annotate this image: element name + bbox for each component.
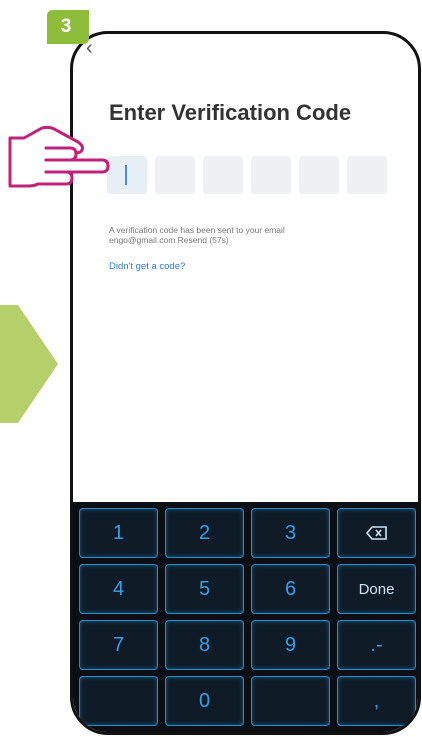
pointing-hand-icon xyxy=(8,125,110,188)
key-3[interactable]: 3 xyxy=(251,508,330,558)
phone-screen: ‹ Enter Verification Code A verification… xyxy=(70,31,421,735)
key-8[interactable]: 8 xyxy=(165,620,244,670)
info-line-1: A verification code has been sent to you… xyxy=(109,225,285,235)
verification-info: A verification code has been sent to you… xyxy=(109,225,369,245)
code-input-group[interactable] xyxy=(107,156,387,194)
numeric-keyboard: 1 2 3 4 5 6 Done 7 8 9 .- 0 , xyxy=(73,502,418,732)
key-6[interactable]: 6 xyxy=(251,564,330,614)
key-4[interactable]: 4 xyxy=(79,564,158,614)
code-box-1[interactable] xyxy=(107,156,147,194)
email-text: engo@gmail.com xyxy=(109,235,176,245)
backspace-icon[interactable] xyxy=(337,508,416,558)
step-arrow-icon xyxy=(0,305,58,423)
key-5[interactable]: 5 xyxy=(165,564,244,614)
resend-countdown[interactable]: Resend (57s) xyxy=(178,235,229,245)
code-box-2[interactable] xyxy=(155,156,195,194)
step-number: 3 xyxy=(60,16,72,37)
done-button[interactable]: Done xyxy=(337,564,416,614)
key-dot-dash[interactable]: .- xyxy=(337,620,416,670)
key-comma[interactable]: , xyxy=(337,676,416,726)
page-title: Enter Verification Code xyxy=(109,100,352,125)
didnt-get-code-link[interactable]: Didn't get a code? xyxy=(109,261,185,272)
code-box-5[interactable] xyxy=(299,156,339,194)
key-1[interactable]: 1 xyxy=(79,508,158,558)
code-box-3[interactable] xyxy=(203,156,243,194)
key-2[interactable]: 2 xyxy=(165,508,244,558)
code-box-4[interactable] xyxy=(251,156,291,194)
key-blank-left xyxy=(79,676,158,726)
key-7[interactable]: 7 xyxy=(79,620,158,670)
info-line-2: engo@gmail.com Resend (57s) xyxy=(109,235,369,245)
key-blank-right xyxy=(251,676,330,726)
text-caret xyxy=(125,165,127,185)
code-box-6[interactable] xyxy=(347,156,387,194)
key-0[interactable]: 0 xyxy=(165,676,244,726)
key-9[interactable]: 9 xyxy=(251,620,330,670)
